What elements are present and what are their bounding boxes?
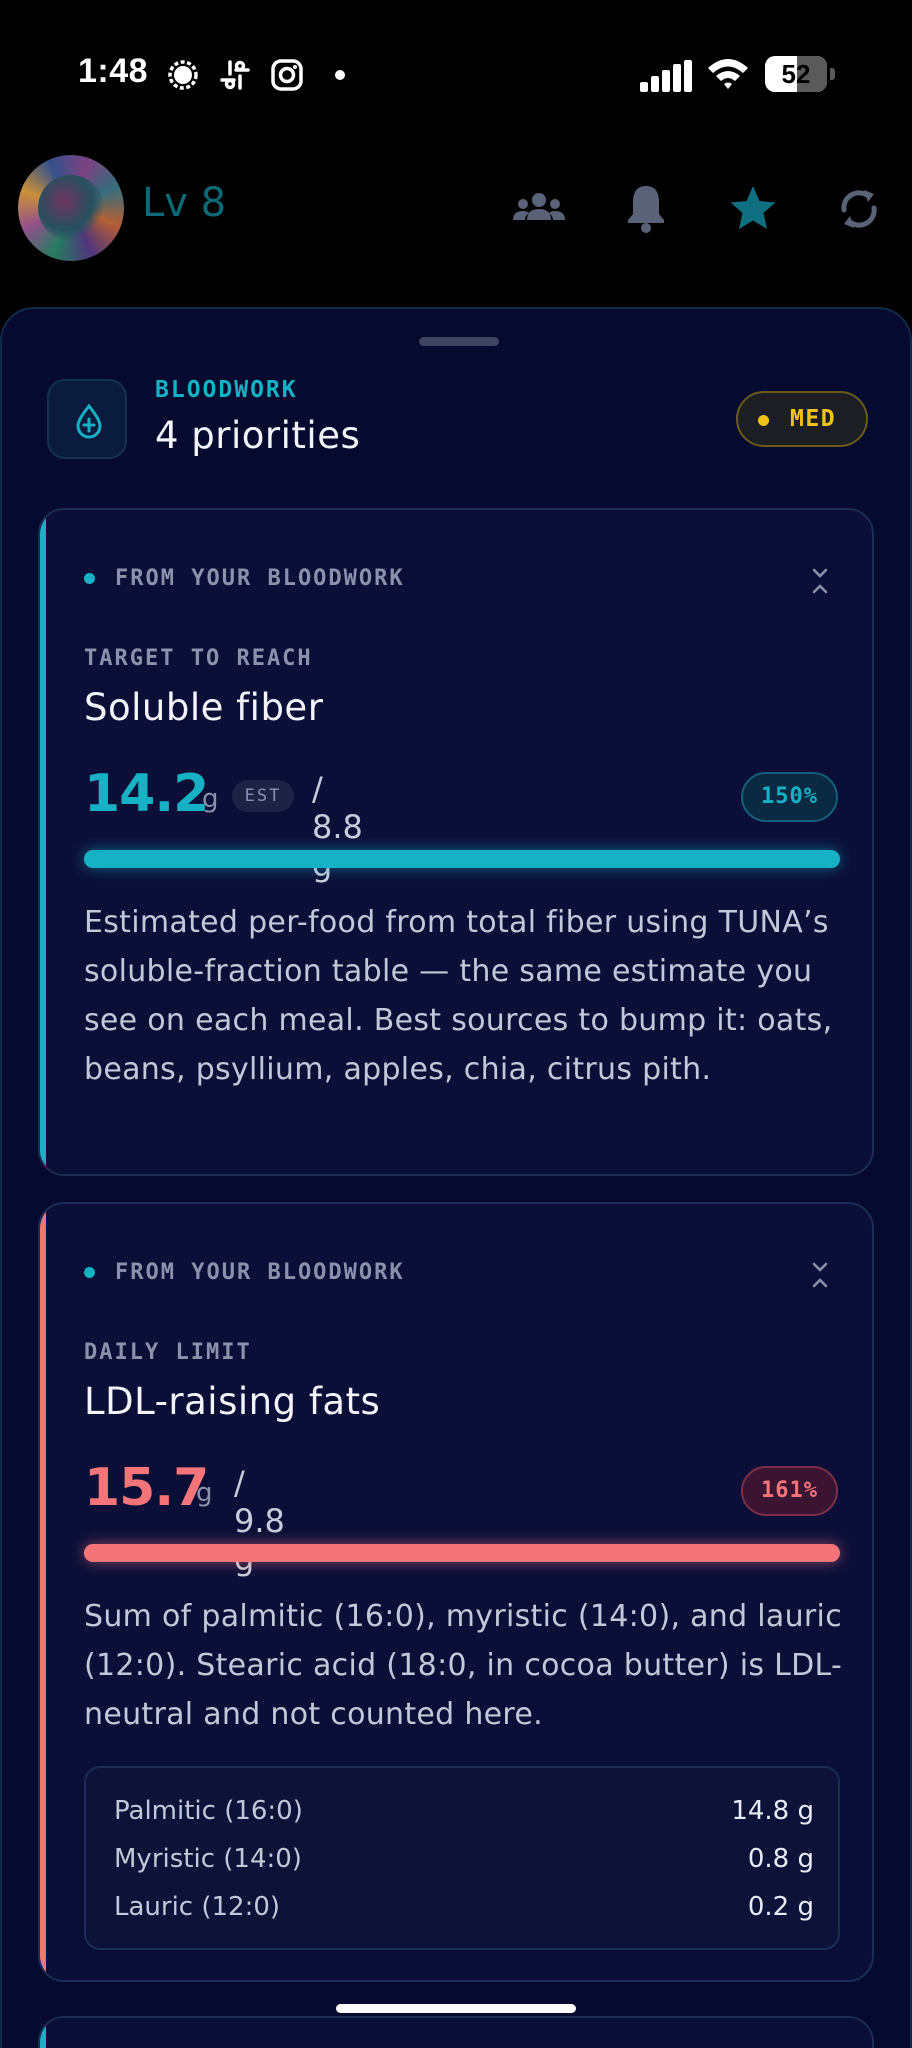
progress-bar — [84, 850, 840, 868]
severity-label: MED — [790, 406, 837, 432]
source-dot — [84, 573, 95, 584]
value-unit: g — [202, 784, 219, 814]
sync-icon[interactable] — [830, 180, 888, 238]
wifi-icon — [708, 59, 748, 89]
breakdown-label: Palmitic (16:0) — [114, 1796, 303, 1826]
card-source-label: FROM YOUR BLOODWORK — [115, 566, 405, 591]
progress-bar-fill — [84, 850, 840, 868]
collapse-icon[interactable] — [810, 566, 830, 596]
breakdown-value: 14.8 g — [731, 1796, 814, 1826]
card-source: FROM YOUR BLOODWORK — [84, 1260, 405, 1285]
breakdown-label: Lauric (12:0) — [114, 1892, 281, 1922]
home-indicator[interactable] — [336, 2004, 576, 2013]
priority-card-soluble-fiber[interactable]: FROM YOUR BLOODWORK TARGET TO REACH Solu… — [38, 508, 874, 1176]
severity-dot — [758, 415, 769, 426]
notification-dot — [335, 70, 345, 80]
instagram-icon — [271, 59, 303, 91]
percent-badge: 150% — [741, 772, 838, 822]
star-icon[interactable] — [724, 180, 782, 238]
estimate-badge: EST — [232, 780, 294, 812]
priority-card-ldl-fats[interactable]: FROM YOUR BLOODWORK DAILY LIMIT LDL-rais… — [38, 1202, 874, 1982]
card-accent-bar — [40, 2018, 46, 2048]
severity-badge: MED — [736, 391, 868, 447]
app-header: Lv 8 — [0, 150, 912, 270]
card-accent-bar — [40, 1204, 46, 1980]
breakdown-row: Palmitic (16:0) 14.8 g — [114, 1796, 814, 1836]
section-label: BLOODWORK — [155, 377, 298, 403]
card-accent-bar — [40, 510, 46, 1174]
slack-icon — [220, 60, 250, 90]
breakdown-row: Lauric (12:0) 0.2 g — [114, 1892, 814, 1932]
card-kind: TARGET TO REACH — [84, 646, 313, 671]
progress-bar-fill — [84, 1544, 840, 1562]
blood-drop-icon — [76, 403, 102, 439]
bloodwork-icon-box — [47, 379, 127, 459]
section-title: 4 priorities — [155, 414, 361, 457]
status-bar: 1:48 52 — [0, 0, 912, 150]
avatar[interactable] — [18, 155, 124, 261]
bell-icon[interactable] — [618, 180, 674, 238]
signal-messenger-icon — [168, 60, 198, 90]
progress-bar — [84, 1544, 840, 1562]
sheet-drag-handle[interactable] — [419, 337, 499, 346]
battery-icon: 52 — [765, 56, 835, 92]
breakdown-value: 0.8 g — [747, 1844, 814, 1874]
fat-breakdown-table: Palmitic (16:0) 14.8 g Myristic (14:0) 0… — [84, 1766, 840, 1950]
card-source-label: FROM YOUR BLOODWORK — [115, 1260, 405, 1285]
friends-icon[interactable] — [510, 180, 568, 238]
breakdown-label: Myristic (14:0) — [114, 1844, 302, 1874]
source-dot — [84, 1267, 95, 1278]
priority-card-next[interactable] — [38, 2016, 874, 2048]
breakdown-row: Myristic (14:0) 0.8 g — [114, 1844, 814, 1884]
collapse-icon[interactable] — [810, 1260, 830, 1290]
current-value: 15.7 — [84, 1458, 209, 1518]
breakdown-value: 0.2 g — [747, 1892, 814, 1922]
current-value: 14.2 — [84, 764, 209, 824]
percent-badge: 161% — [741, 1466, 838, 1516]
status-time: 1:48 — [78, 52, 149, 90]
value-unit: g — [196, 1478, 213, 1508]
card-kind: DAILY LIMIT — [84, 1340, 252, 1365]
card-source: FROM YOUR BLOODWORK — [84, 566, 405, 591]
battery-level: 52 — [781, 59, 811, 89]
card-nutrient-name: LDL-raising fats — [84, 1380, 381, 1423]
cellular-signal-icon — [640, 60, 692, 92]
level-label: Lv 8 — [142, 180, 227, 226]
card-nutrient-name: Soluble fiber — [84, 686, 324, 729]
card-description: Sum of palmitic (16:0), myristic (14:0),… — [84, 1599, 843, 1732]
card-description: Estimated per-food from total fiber usin… — [84, 905, 833, 1087]
